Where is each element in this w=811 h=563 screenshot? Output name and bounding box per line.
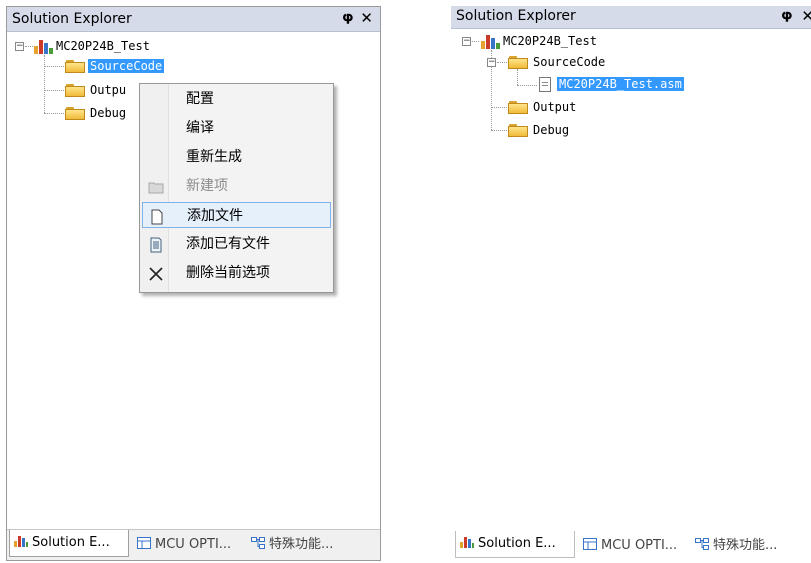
solution-icon: [14, 531, 28, 547]
panel-title-bar: Solution Explorer 𝛗 ✕: [451, 6, 811, 29]
tree-line: [517, 85, 537, 86]
menu-item-add-file[interactable]: 添加文件: [142, 202, 331, 228]
hierarchy-icon: [695, 536, 709, 550]
folder-icon: [148, 178, 164, 194]
solution-explorer-panel-left: Solution Explorer 𝛗 ✕ − MC20P24B_Test So…: [6, 6, 381, 561]
menu-item-new-item[interactable]: 新建项: [142, 173, 331, 199]
tab-special-functions[interactable]: 特殊功能...: [691, 535, 777, 557]
panel-tab-strip: Solution E... MCU OPTI... 特殊功能...: [7, 529, 380, 560]
tab-mcu-options[interactable]: MCU OPTI...: [579, 535, 677, 557]
tab-solution-explorer[interactable]: Solution E...: [455, 531, 575, 558]
panel-title: Solution Explorer: [12, 11, 132, 27]
pin-icon[interactable]: 𝛗: [343, 10, 353, 25]
tree-line: [491, 130, 507, 131]
tree-folder-sourcecode[interactable]: SourceCode: [533, 53, 605, 72]
tab-special-functions[interactable]: 特殊功能...: [247, 534, 333, 556]
tree-line: [491, 107, 507, 108]
tree-line: [517, 69, 518, 85]
close-icon[interactable]: ✕: [801, 7, 811, 25]
tree-line: [25, 46, 33, 47]
context-menu: 配置 编译 重新生成 新建项 添加文件 添加已有文件 删除当前选项: [139, 83, 334, 293]
folder-icon: [508, 124, 528, 137]
tree-line: [44, 90, 64, 91]
panel-tab-strip: Solution E... MCU OPTI... 特殊功能...: [451, 531, 811, 561]
tree-line: [472, 41, 479, 42]
grid-icon: [137, 535, 151, 549]
tree-line: [44, 55, 45, 113]
asm-file-icon: [539, 77, 551, 92]
folder-icon: [508, 56, 528, 69]
document-icon: [148, 236, 164, 253]
tree-folder-sourcecode[interactable]: SourceCode: [88, 57, 165, 76]
tree-folder-output[interactable]: Output: [533, 98, 576, 117]
tree-folder-debug[interactable]: Debug: [533, 121, 569, 140]
hierarchy-icon: [251, 535, 265, 549]
solution-icon: [460, 532, 474, 548]
tree-line: [497, 62, 507, 63]
menu-item-add-existing-file[interactable]: 添加已有文件: [142, 231, 331, 257]
project-icon: [33, 38, 53, 54]
folder-icon: [65, 107, 85, 120]
close-icon[interactable]: ✕: [360, 9, 373, 27]
menu-item-rebuild[interactable]: 重新生成: [142, 144, 331, 170]
folder-icon: [65, 84, 85, 97]
pin-icon[interactable]: 𝛗: [782, 8, 792, 23]
tree-folder-debug[interactable]: Debug: [90, 104, 126, 123]
tab-solution-explorer[interactable]: Solution E...: [9, 530, 129, 557]
folder-icon: [65, 60, 85, 73]
menu-item-configure[interactable]: 配置: [142, 86, 331, 112]
collapse-toggle[interactable]: −: [487, 58, 496, 67]
solution-explorer-panel-right: Solution Explorer 𝛗 ✕ − MC20P24B_Test − …: [451, 6, 811, 561]
tree-line: [44, 113, 64, 114]
tree-project-node[interactable]: MC20P24B_Test: [503, 32, 597, 51]
tree-folder-output[interactable]: Outpu: [90, 81, 126, 100]
panel-title: Solution Explorer: [456, 8, 576, 24]
menu-item-delete-selected[interactable]: 删除当前选项: [142, 260, 331, 286]
tree-file-asm[interactable]: MC20P24B_Test.asm: [557, 75, 684, 94]
project-icon: [480, 33, 500, 49]
panel-title-bar: Solution Explorer 𝛗 ✕: [7, 7, 380, 32]
delete-x-icon: [148, 265, 164, 281]
tree-project-node[interactable]: MC20P24B_Test: [56, 37, 150, 56]
folder-icon: [508, 101, 528, 114]
menu-item-compile[interactable]: 编译: [142, 115, 331, 141]
collapse-toggle[interactable]: −: [462, 37, 471, 46]
file-icon: [149, 208, 165, 225]
tree-line: [44, 66, 64, 67]
grid-icon: [583, 536, 597, 550]
tab-mcu-options[interactable]: MCU OPTI...: [133, 534, 231, 556]
collapse-toggle[interactable]: −: [15, 42, 24, 51]
